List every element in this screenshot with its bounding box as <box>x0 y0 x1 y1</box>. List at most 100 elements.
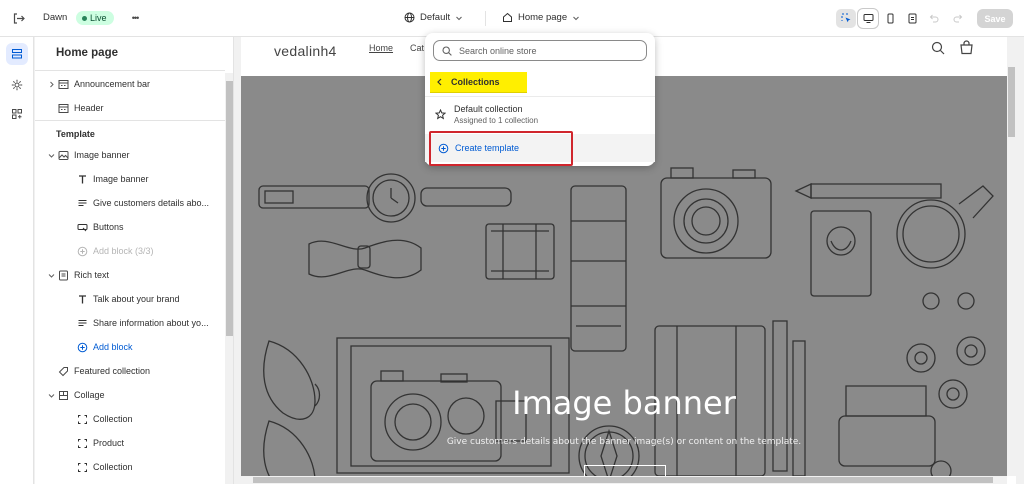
preview-horizontal-scrollbar[interactable] <box>241 476 1007 484</box>
button-icon <box>75 220 89 234</box>
block-label: Image banner <box>93 174 149 184</box>
image-icon <box>56 148 70 162</box>
top-bar: Dawn Live ••• Default Home page Save <box>0 0 1024 37</box>
divider <box>35 120 225 121</box>
frame-icon <box>75 412 89 426</box>
create-template-label: Create template <box>455 143 520 153</box>
mobile-view-button[interactable] <box>880 9 900 28</box>
sidebar-scrollbar[interactable] <box>225 73 233 484</box>
frame-icon <box>75 436 89 450</box>
block-collage-product[interactable]: Product <box>35 432 225 454</box>
nav-link-home[interactable]: Home <box>369 43 393 53</box>
frame-icon <box>75 460 89 474</box>
banner-button[interactable] <box>584 465 666 476</box>
add-circle-icon <box>438 143 449 153</box>
section-label: Header <box>74 103 104 113</box>
section-collage[interactable]: Collage <box>35 384 225 406</box>
mobile-icon <box>887 13 893 24</box>
template-dropdown: Search online store Collections Default … <box>425 33 655 166</box>
chevron-down-icon <box>573 16 580 20</box>
add-circle-icon <box>75 244 89 258</box>
more-actions-button[interactable]: ••• <box>128 12 142 24</box>
desktop-view-button[interactable] <box>858 9 878 28</box>
banner-subheading: Give customers details about the banner … <box>446 437 802 447</box>
block-rich-text-text[interactable]: Share information about yo... <box>35 312 225 334</box>
page-selector[interactable]: Home page <box>502 12 580 23</box>
inspector-toggle-button[interactable] <box>836 9 856 28</box>
chevron-left-icon <box>437 78 442 86</box>
divider <box>485 11 486 26</box>
redo-icon[interactable] <box>951 11 965 25</box>
block-image-banner-text[interactable]: Give customers details abo... <box>35 192 225 214</box>
block-label: Collection <box>93 414 133 424</box>
cursor-select-icon <box>841 13 850 23</box>
option-title: Default collection <box>454 104 523 114</box>
fullscreen-button[interactable] <box>902 9 922 28</box>
template-heading: Template <box>56 129 95 139</box>
block-image-banner-heading[interactable]: Image banner <box>35 168 225 190</box>
nav-link-catalog[interactable]: Cat <box>410 43 424 53</box>
scrollbar-thumb[interactable] <box>226 81 233 336</box>
theme-name: Dawn <box>43 12 68 23</box>
section-label: Image banner <box>74 150 130 160</box>
store-logo-text[interactable]: vedalinh4 <box>274 43 337 59</box>
section-featured-collection[interactable]: Featured collection <box>35 360 225 382</box>
text-paragraph-icon <box>75 196 89 210</box>
back-label: Collections <box>451 77 500 87</box>
block-label: Add block (3/3) <box>93 246 154 256</box>
chevron-down-icon[interactable] <box>46 272 56 279</box>
collections-back-button[interactable]: Collections <box>430 72 527 93</box>
section-label: Announcement bar <box>74 79 151 89</box>
section-label: Rich text <box>74 270 110 280</box>
search-online-store-input[interactable]: Search online store <box>433 40 647 61</box>
block-label: Add block <box>93 342 133 352</box>
section-rich-text[interactable]: Rich text <box>35 264 225 286</box>
block-label: Collection <box>93 462 133 472</box>
template-selector[interactable]: Default <box>404 12 463 23</box>
view-controls <box>836 9 922 28</box>
block-collage-collection-2[interactable]: Collection <box>35 456 225 478</box>
theme-settings-rail-button[interactable] <box>6 74 28 96</box>
search-icon <box>442 45 452 56</box>
block-rich-text-heading[interactable]: Talk about your brand <box>35 288 225 310</box>
desktop-icon <box>863 14 873 23</box>
scrollbar-thumb[interactable] <box>253 477 993 483</box>
default-collection-option[interactable]: Default collection Assigned to 1 collect… <box>425 99 655 130</box>
live-badge: Live <box>76 11 114 25</box>
search-placeholder: Search online store <box>459 45 537 56</box>
chevron-down-icon[interactable] <box>46 392 56 399</box>
add-block-button-disabled[interactable]: Add block (3/3) <box>35 240 225 262</box>
sections-rail-button[interactable] <box>6 43 28 65</box>
collage-icon <box>56 388 70 402</box>
undo-icon[interactable] <box>926 11 940 25</box>
rich-text-icon <box>56 268 70 282</box>
exit-icon[interactable] <box>10 10 26 26</box>
block-label: Talk about your brand <box>93 294 180 304</box>
section-header[interactable]: Header <box>35 97 225 119</box>
section-announcement-bar[interactable]: Announcement bar <box>35 73 225 95</box>
page-selector-label: Home page <box>518 12 568 23</box>
create-template-button[interactable]: Create template <box>425 134 655 162</box>
expand-icon <box>908 13 916 24</box>
save-button[interactable]: Save <box>977 9 1013 28</box>
sections-icon <box>12 49 22 59</box>
section-label: Collage <box>74 390 105 400</box>
block-label: Give customers details abo... <box>93 198 210 208</box>
chevron-down-icon[interactable] <box>46 152 56 159</box>
apps-rail-button[interactable] <box>6 103 28 125</box>
sections-sidebar: Home page Announcement bar Header Templa… <box>35 37 234 484</box>
block-collage-collection[interactable]: Collection <box>35 408 225 430</box>
scrollbar-thumb[interactable] <box>1008 67 1015 137</box>
home-icon <box>503 12 512 22</box>
block-buttons[interactable]: Buttons <box>35 216 225 238</box>
section-image-banner[interactable]: Image banner <box>35 144 225 166</box>
page-title: Home page <box>56 47 118 59</box>
cart-icon[interactable] <box>959 40 974 55</box>
preview-vertical-scrollbar[interactable] <box>1007 37 1016 476</box>
tag-icon <box>56 364 70 378</box>
add-block-button[interactable]: Add block <box>35 336 225 358</box>
chevron-right-icon[interactable] <box>46 81 56 88</box>
template-selector-label: Default <box>420 12 451 23</box>
search-icon[interactable] <box>931 41 945 55</box>
icon-rail <box>0 37 34 484</box>
